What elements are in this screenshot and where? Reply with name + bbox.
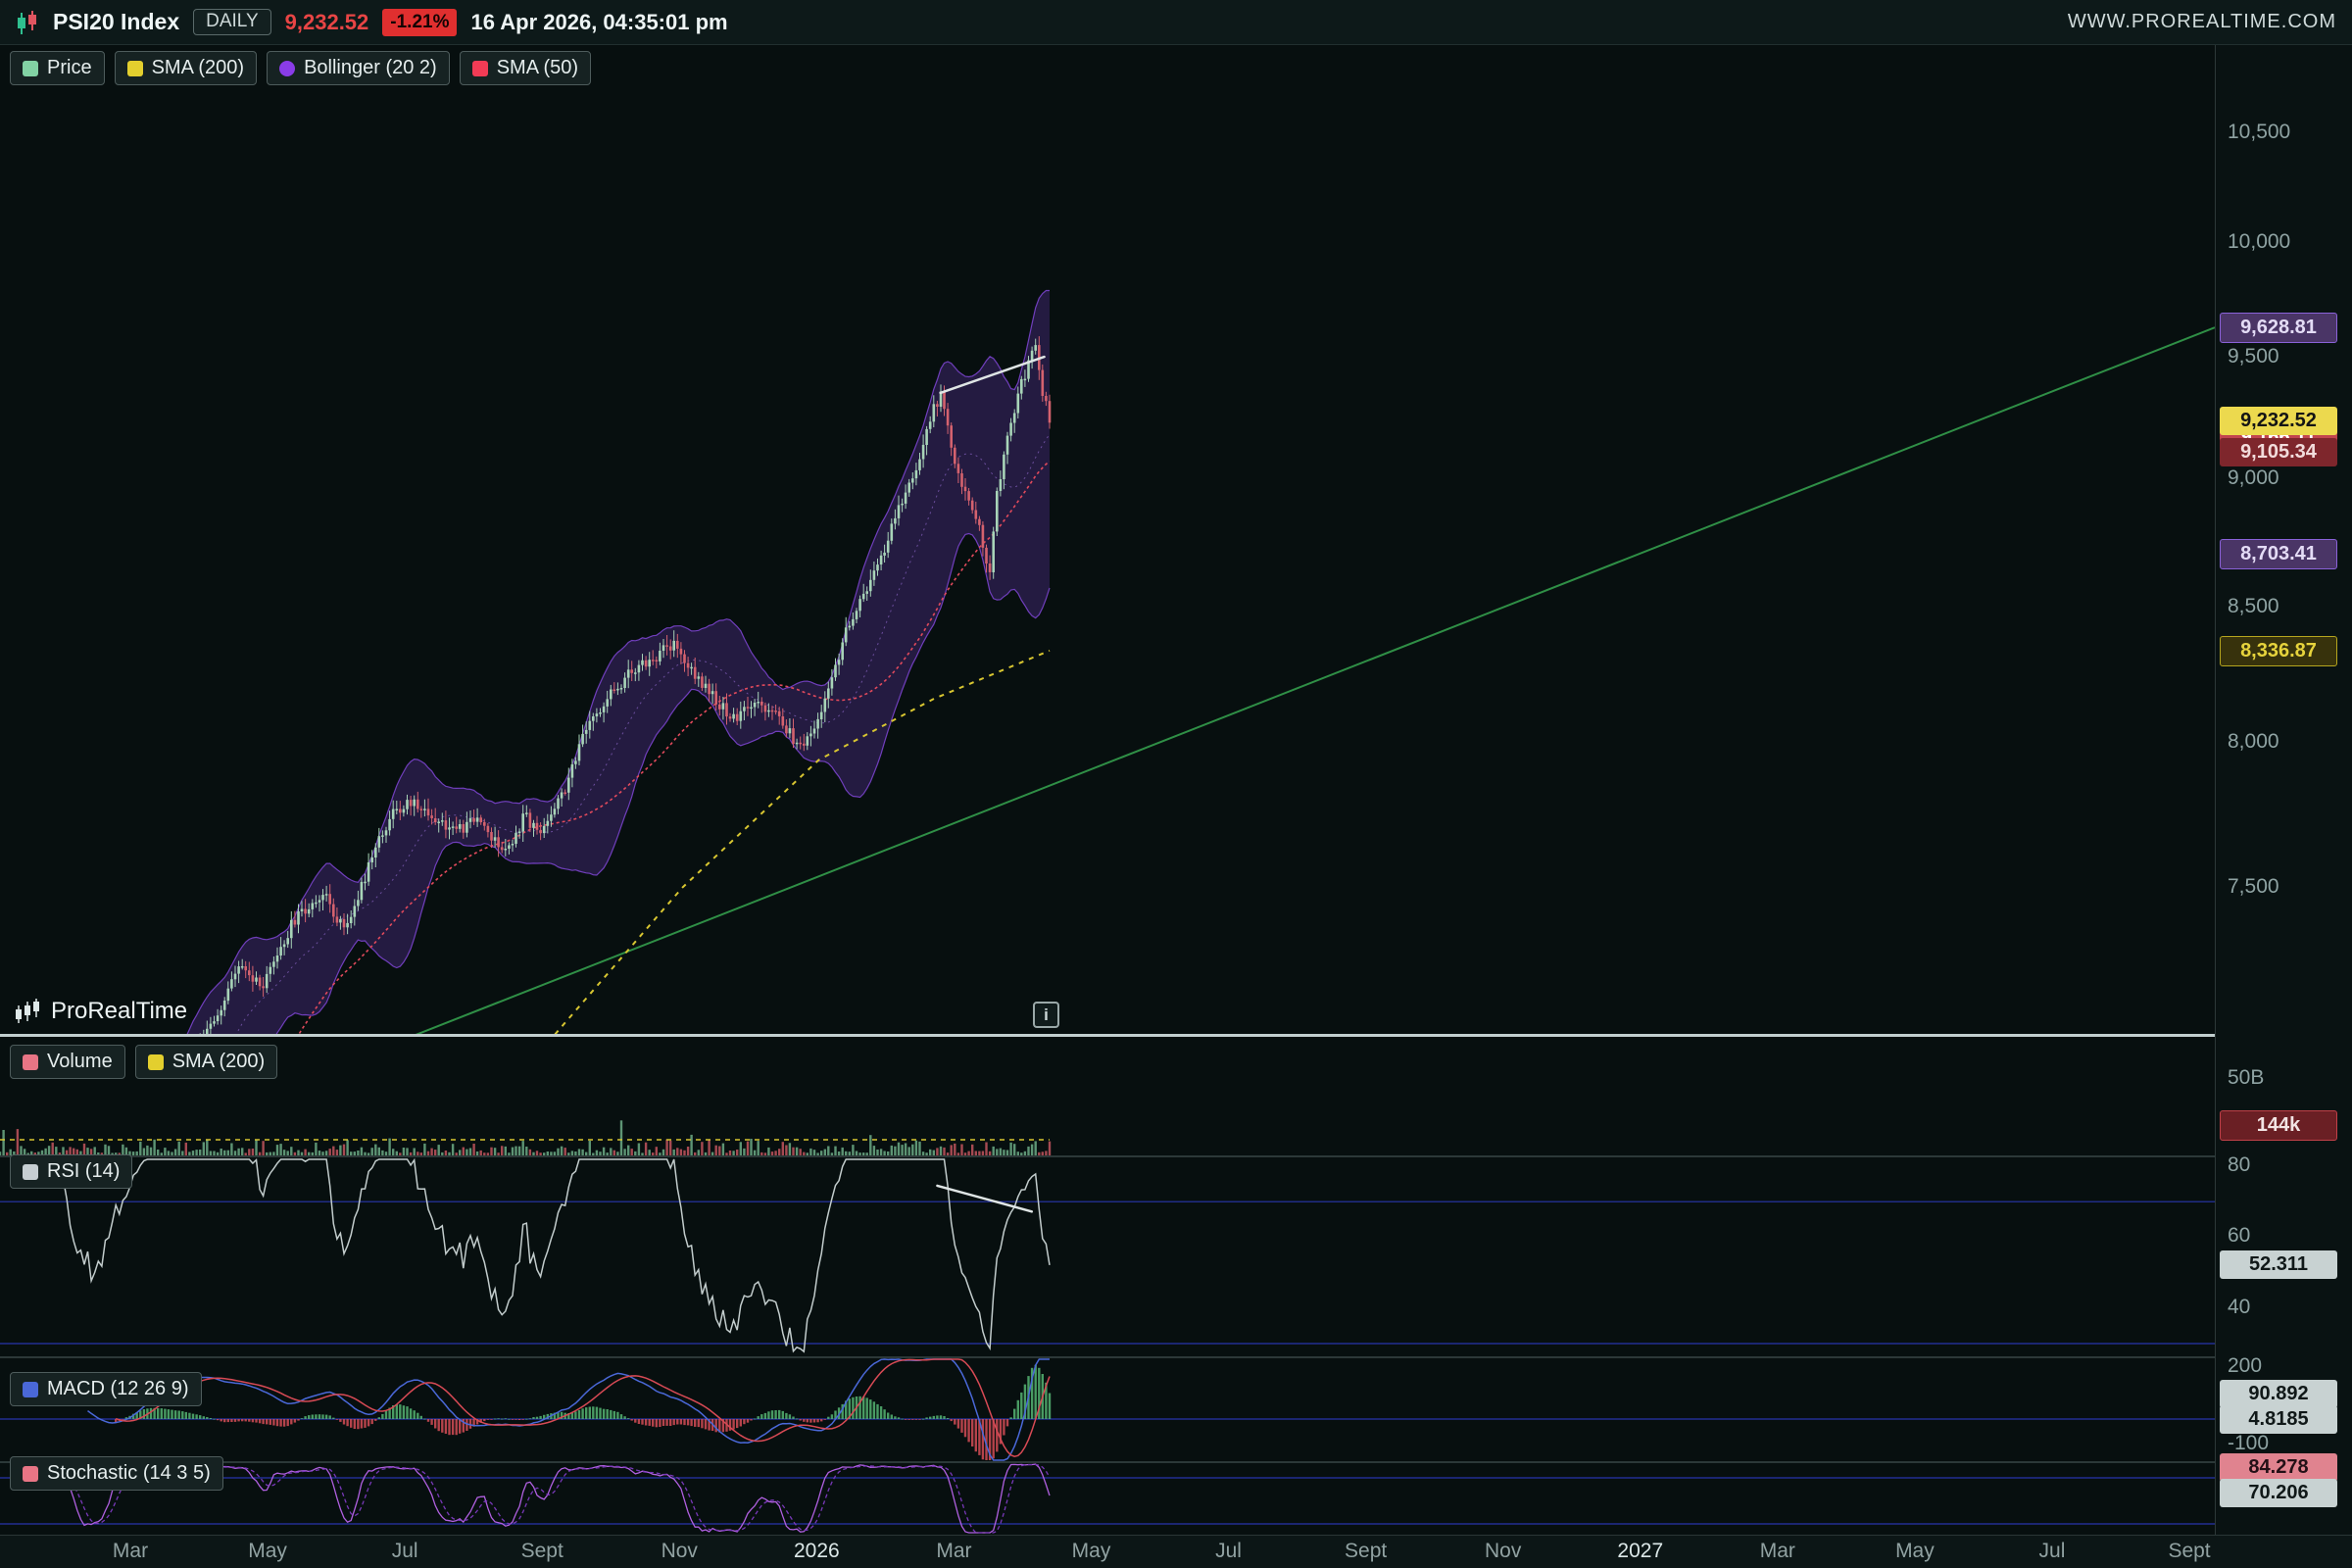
time-label: Jul xyxy=(1215,1540,1242,1563)
legend-bollinger[interactable]: Bollinger (20 2) xyxy=(267,51,450,85)
watermark-text: ProRealTime xyxy=(51,998,187,1025)
rsi-macd-separator[interactable] xyxy=(0,1356,2352,1358)
time-label: Jul xyxy=(392,1540,418,1563)
legend-volume-label: Volume xyxy=(47,1051,113,1073)
bollinger-upper-badge: 9,628.81 xyxy=(2220,313,2337,343)
price-tick: 8,000 xyxy=(2228,730,2279,754)
prorealtime-watermark: ProRealTime xyxy=(14,998,187,1025)
macd-signal-badge: 4.8185 xyxy=(2220,1405,2337,1434)
macd-tick: -100 xyxy=(2228,1432,2269,1455)
sma50-icon xyxy=(472,61,488,76)
price-axis-column[interactable]: 10,500 10,000 9,500 9,000 8,500 8,000 7,500 9,6… xyxy=(2215,45,2352,1568)
time-label-year: 2027 xyxy=(1617,1540,1663,1563)
price-tick: 9,500 xyxy=(2228,345,2279,368)
stochastic-panel-canvas[interactable] xyxy=(0,1462,2215,1535)
change-badge: -1.21% xyxy=(382,9,457,36)
time-label: Mar xyxy=(936,1540,971,1563)
rsi-value-badge: 52.311 xyxy=(2220,1250,2337,1279)
rsi-icon xyxy=(23,1164,38,1180)
legend-volume-sma200[interactable]: SMA (200) xyxy=(135,1045,277,1079)
volume-tick: 50B xyxy=(2228,1066,2264,1090)
price-tick: 10,500 xyxy=(2228,121,2290,144)
bollinger-icon xyxy=(279,61,295,76)
legend-volume-sma200-label: SMA (200) xyxy=(172,1051,265,1073)
legend-stochastic[interactable]: Stochastic (14 3 5) xyxy=(10,1456,223,1491)
secondary-price-badge: 9,105.34 xyxy=(2220,438,2337,466)
symbol-title: PSI20 Index xyxy=(53,9,179,35)
volume-panel-canvas[interactable] xyxy=(0,1037,2215,1155)
legend-rsi-label: RSI (14) xyxy=(47,1160,120,1183)
stoch-d-badge: 70.206 xyxy=(2220,1479,2337,1507)
volume-badge: 144k xyxy=(2220,1110,2337,1141)
time-axis[interactable]: Mar May Jul Sept Nov 2026 Mar May Jul Sept Nov 2027… xyxy=(0,1535,2352,1568)
macd-value-badge: 90.892 xyxy=(2220,1380,2337,1408)
legend-macd-label: MACD (12 26 9) xyxy=(47,1378,189,1400)
rsi-panel-legend: RSI (14) xyxy=(10,1154,132,1189)
legend-stochastic-label: Stochastic (14 3 5) xyxy=(47,1462,211,1485)
legend-rsi[interactable]: RSI (14) xyxy=(10,1154,132,1189)
time-label: May xyxy=(1895,1540,1935,1563)
time-label: Sept xyxy=(1345,1540,1387,1563)
chart-header: PSI20 Index DAILY 9,232.52 -1.21% 16 Apr… xyxy=(0,0,2352,45)
price-panel-legend: Price SMA (200) Bollinger (20 2) SMA (50… xyxy=(10,51,591,85)
price-icon xyxy=(23,61,38,76)
quote-datetime: 16 Apr 2026, 04:35:01 pm xyxy=(470,10,727,35)
legend-sma200[interactable]: SMA (200) xyxy=(115,51,257,85)
volume-icon xyxy=(23,1054,38,1070)
last-price-badge: 9,232.52 xyxy=(2220,407,2337,435)
stoch-k-badge: 84.278 xyxy=(2220,1453,2337,1482)
legend-sma200-label: SMA (200) xyxy=(152,57,244,79)
rsi-tick: 40 xyxy=(2228,1296,2250,1319)
time-label: Jul xyxy=(2039,1540,2066,1563)
stochastic-icon xyxy=(23,1466,38,1482)
time-label: Nov xyxy=(662,1540,698,1563)
info-button[interactable]: i xyxy=(1033,1002,1059,1028)
time-label-year: 2026 xyxy=(794,1540,840,1563)
price-chart-canvas[interactable] xyxy=(0,45,2215,1035)
rsi-tick: 80 xyxy=(2228,1153,2250,1177)
macd-panel-legend: MACD (12 26 9) xyxy=(10,1372,202,1406)
price-tick: 10,000 xyxy=(2228,230,2290,254)
time-label: Mar xyxy=(113,1540,148,1563)
timeframe-selector[interactable]: DAILY xyxy=(193,9,271,35)
volume-panel-legend: Volume SMA (200) xyxy=(10,1045,277,1079)
legend-price[interactable]: Price xyxy=(10,51,105,85)
legend-price-label: Price xyxy=(47,57,92,79)
volume-rsi-separator[interactable] xyxy=(0,1155,2352,1157)
sma200-icon xyxy=(148,1054,164,1070)
rsi-panel-canvas[interactable] xyxy=(0,1156,2215,1357)
time-label: Sept xyxy=(521,1540,564,1563)
price-tick: 8,500 xyxy=(2228,595,2279,618)
sma200-icon xyxy=(127,61,143,76)
macd-icon xyxy=(23,1382,38,1397)
time-label: Nov xyxy=(1485,1540,1521,1563)
legend-volume[interactable]: Volume xyxy=(10,1045,125,1079)
time-label: May xyxy=(248,1540,287,1563)
price-tick: 9,000 xyxy=(2228,466,2279,490)
sma200-badge: 8,336.87 xyxy=(2220,636,2337,666)
main-panel-separator[interactable] xyxy=(0,1034,2352,1037)
legend-sma50[interactable]: SMA (50) xyxy=(460,51,591,85)
legend-bollinger-label: Bollinger (20 2) xyxy=(304,57,437,79)
last-price-text: 9,232.52 xyxy=(285,10,369,35)
time-label: May xyxy=(1072,1540,1111,1563)
stochastic-panel-legend: Stochastic (14 3 5) xyxy=(10,1456,223,1491)
macd-panel-canvas[interactable] xyxy=(0,1357,2215,1462)
macd-tick: 200 xyxy=(2228,1354,2262,1378)
website-label: WWW.PROREALTIME.COM xyxy=(2068,11,2336,33)
prorealtime-chart-window: PSI20 Index DAILY 9,232.52 -1.21% 16 Apr… xyxy=(0,0,2352,1568)
rsi-tick: 60 xyxy=(2228,1224,2250,1248)
time-label: Mar xyxy=(1760,1540,1795,1563)
prorealtime-logo-icon xyxy=(14,998,41,1025)
macd-stoch-separator[interactable] xyxy=(0,1461,2352,1463)
time-label: Sept xyxy=(2168,1540,2210,1563)
legend-macd[interactable]: MACD (12 26 9) xyxy=(10,1372,202,1406)
price-tick: 7,500 xyxy=(2228,875,2279,899)
bollinger-lower-badge: 8,703.41 xyxy=(2220,539,2337,569)
candlestick-logo-icon xyxy=(16,9,39,36)
legend-sma50-label: SMA (50) xyxy=(497,57,578,79)
